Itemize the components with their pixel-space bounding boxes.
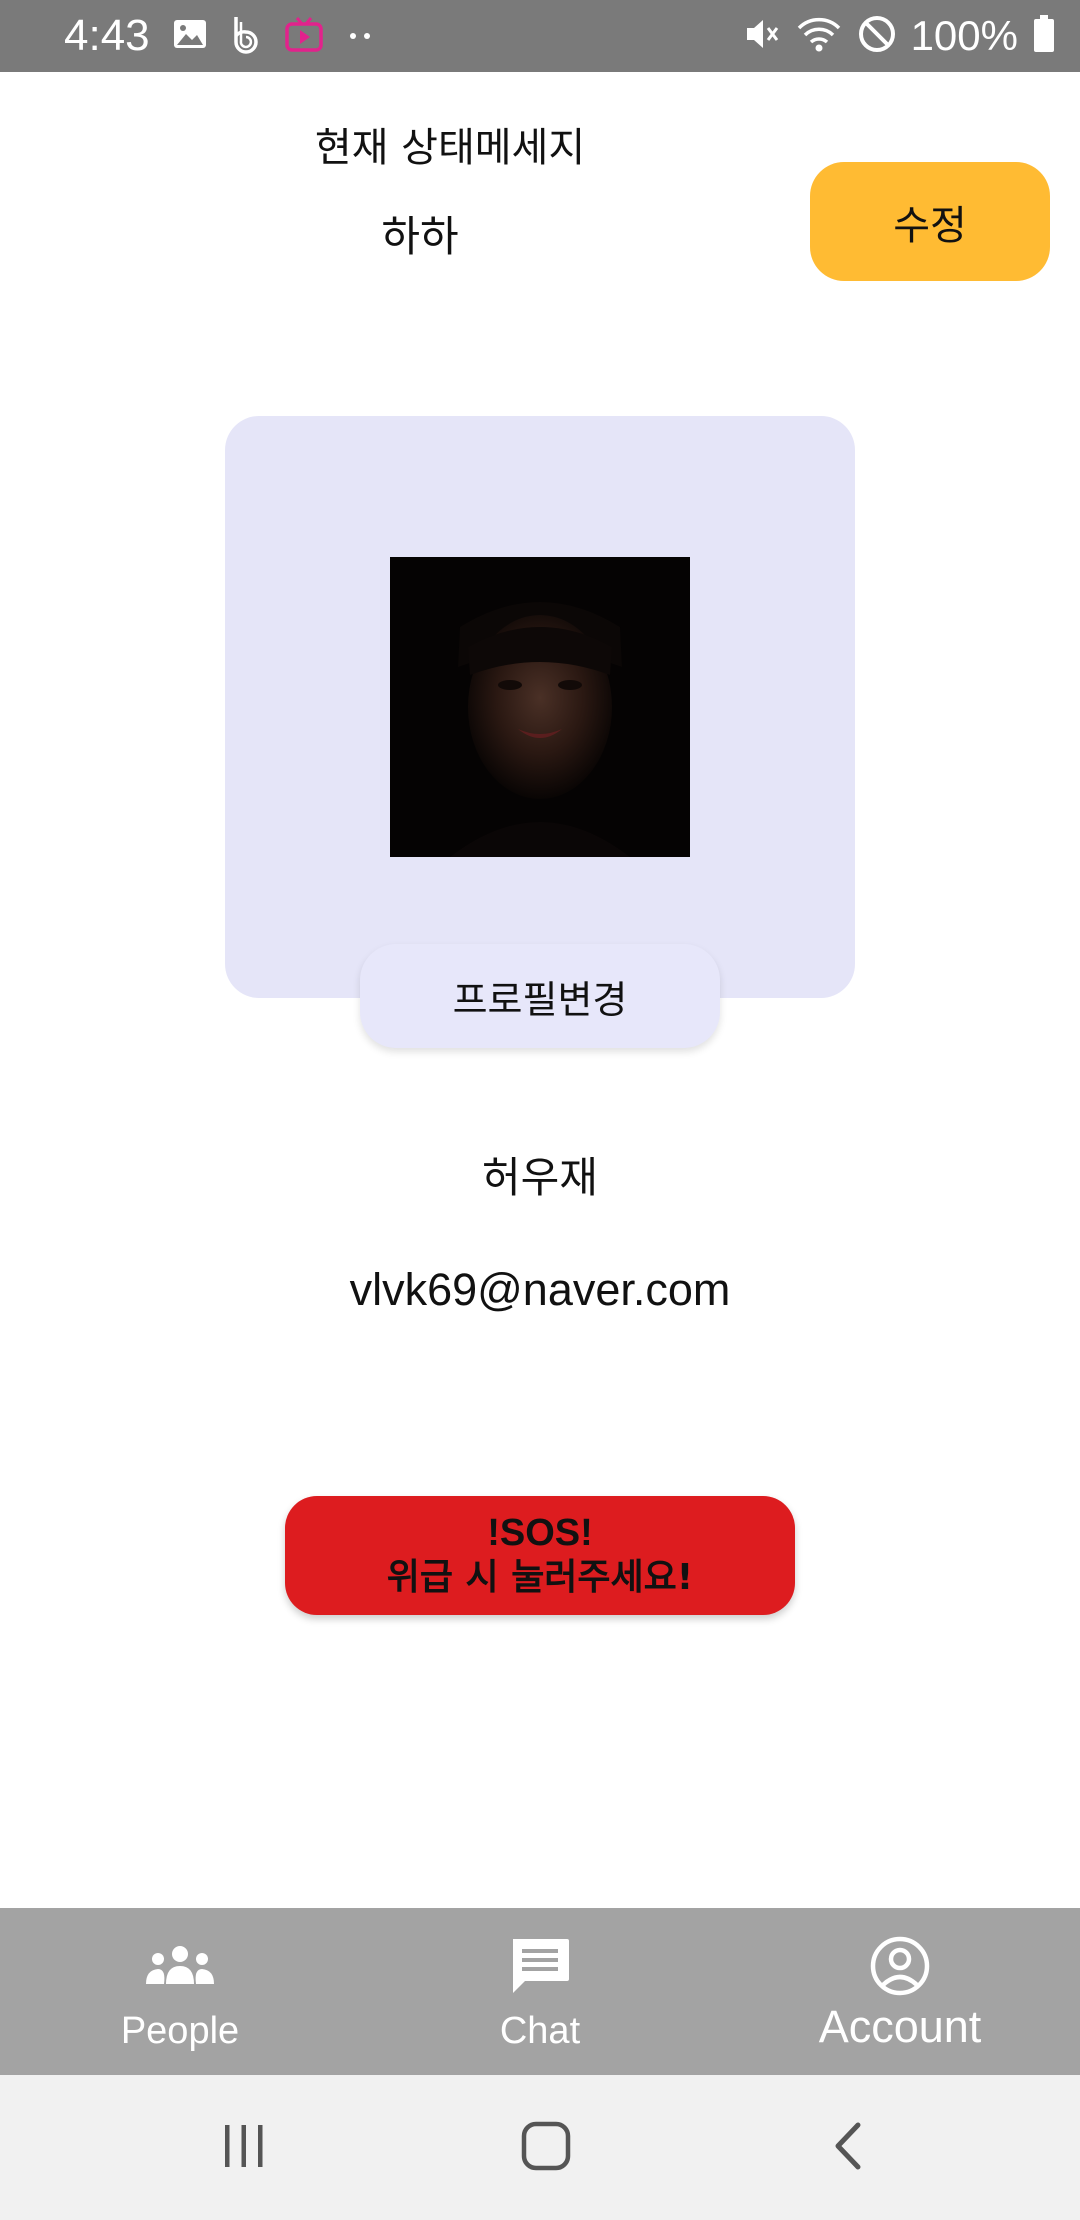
sos-button[interactable]: !SOS! 위급 시 눌러주세요! — [285, 1496, 795, 1615]
recent-apps-icon — [219, 2121, 269, 2175]
status-right: 100% — [741, 12, 1056, 60]
home-icon — [519, 2119, 573, 2177]
account-icon — [860, 1930, 940, 2002]
notification-icons — [172, 16, 376, 56]
nav-item-chat[interactable]: Chat — [360, 1908, 720, 2075]
b-app-icon — [228, 14, 264, 59]
image-icon — [172, 16, 208, 57]
account-screen: 4:43 100% 현재 상태메세지 하하 수정 프로필변경 허우재 vlvk6… — [0, 0, 1080, 2220]
nav-item-people[interactable]: People — [0, 1908, 360, 2075]
status-time: 4:43 — [64, 11, 150, 60]
user-email: vlvk69@naver.com — [349, 1264, 731, 1315]
back-icon — [828, 2119, 868, 2177]
do-not-disturb-icon — [857, 14, 897, 59]
home-button[interactable] — [506, 2115, 586, 2181]
sos-title: !SOS! — [487, 1511, 593, 1554]
chat-icon — [500, 1930, 580, 2002]
user-name: 허우재 — [482, 1153, 598, 1202]
battery-icon — [1032, 14, 1056, 59]
wifi-icon — [795, 14, 843, 59]
change-profile-button[interactable]: 프로필변경 — [360, 944, 720, 1048]
system-navigation-bar — [0, 2075, 1080, 2220]
recent-apps-button[interactable] — [204, 2115, 284, 2181]
more-dots-icon — [344, 16, 376, 57]
nav-label-people: People — [120, 2010, 240, 2052]
sos-subtitle: 위급 시 눌러주세요! — [386, 1556, 694, 1598]
status-message-text: 하하 — [381, 212, 459, 261]
status-bar: 4:43 100% — [0, 0, 1080, 72]
status-message-label: 현재 상태메세지 — [314, 125, 586, 171]
people-icon — [140, 1930, 220, 2002]
battery-percent: 100% — [910, 12, 1018, 59]
nav-label-account: Account — [818, 2001, 982, 2052]
edit-status-button[interactable]: 수정 — [810, 162, 1050, 281]
mute-icon — [741, 14, 781, 59]
nav-item-account[interactable]: Account — [720, 1908, 1080, 2075]
bottom-navigation: People Chat Account — [0, 1908, 1080, 2075]
tv-app-icon — [284, 15, 324, 58]
nav-label-chat: Chat — [499, 2010, 581, 2052]
profile-photo — [390, 557, 690, 857]
back-button[interactable] — [808, 2115, 888, 2181]
